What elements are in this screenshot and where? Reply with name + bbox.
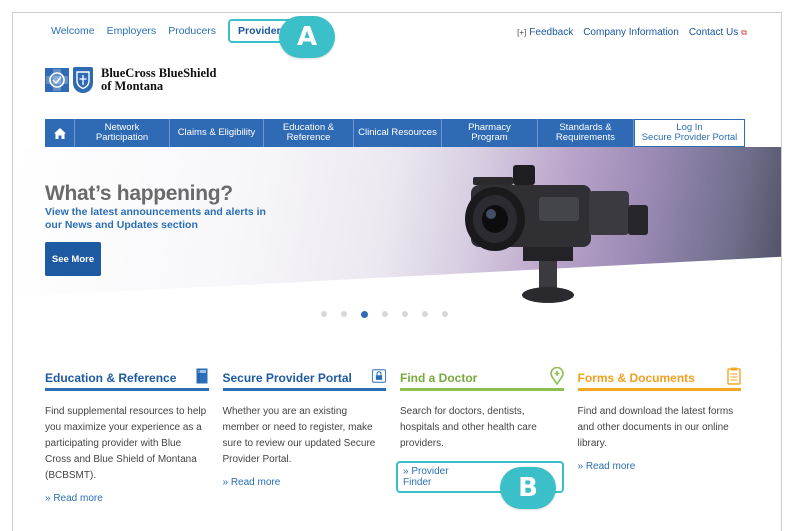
feature-forms-documents: Forms & Documents Find and download the … — [577, 367, 756, 504]
feature-education-reference: Education & Reference Find supplemental … — [45, 367, 223, 504]
feature-description: Find and download the latest forms and o… — [577, 406, 734, 449]
location-pin-icon — [549, 367, 564, 385]
bluecross-icon — [45, 68, 69, 92]
carousel-dot[interactable] — [402, 311, 408, 317]
feature-description: Search for doctors, dentists, hospitals … — [400, 406, 537, 449]
clipboard-icon — [727, 367, 741, 385]
menu-label: Requirements — [555, 132, 616, 143]
home-button[interactable] — [45, 119, 75, 147]
video-camera-image — [465, 165, 648, 303]
see-more-button[interactable]: See More — [45, 242, 101, 276]
menu-claims-eligibility[interactable]: Claims & Eligibility — [170, 119, 264, 147]
feature-secure-provider-portal: Secure Provider Portal Whether you are a… — [222, 367, 401, 504]
menu-label: Claims & Eligibility — [177, 127, 256, 138]
menu-label: Reference — [286, 132, 331, 143]
nav-employers[interactable]: Employers — [107, 25, 157, 49]
hero-title: What’s happening? — [45, 182, 233, 205]
read-more-link[interactable]: » Read more — [223, 477, 281, 488]
menu-pharmacy-program[interactable]: Pharmacy Program — [442, 119, 538, 147]
menu-education-reference[interactable]: Education & Reference — [264, 119, 354, 147]
feature-description: Find supplemental resources to help you … — [45, 406, 207, 481]
carousel-dot[interactable] — [382, 311, 388, 317]
menu-clinical-resources[interactable]: Clinical Resources — [354, 119, 442, 147]
main-menu: Network Participation Claims & Eligibilit… — [45, 119, 745, 147]
external-link-icon: ⧉ — [741, 27, 747, 37]
feature-title[interactable]: Forms & Documents — [578, 371, 695, 385]
contact-us-link[interactable]: Contact Us ⧉ — [689, 27, 747, 38]
carousel-dot[interactable] — [442, 311, 448, 317]
page-frame: Welcome Employers Producers Providers [+… — [12, 12, 782, 531]
feature-header: Education & Reference — [45, 367, 209, 391]
login-secure-portal-button[interactable]: Log In Secure Provider Portal — [634, 119, 745, 147]
menu-standards-requirements[interactable]: Standards & Requirements — [538, 119, 634, 147]
callout-a: A — [279, 16, 335, 58]
audience-nav: Welcome Employers Producers Providers — [51, 19, 309, 49]
menu-label: Clinical Resources — [358, 127, 437, 138]
hero-banner: What’s happening? View the latest announ… — [13, 147, 781, 347]
nav-welcome[interactable]: Welcome — [51, 25, 95, 49]
carousel-dot[interactable] — [321, 311, 327, 317]
carousel-dot-active[interactable] — [361, 311, 368, 318]
contact-us-label: Contact Us — [688, 27, 739, 38]
feedback-icon: [+] — [517, 28, 527, 37]
carousel-dots — [321, 311, 448, 318]
top-navigation: Welcome Employers Producers Providers [+… — [13, 13, 781, 51]
menu-network-participation[interactable]: Network Participation — [75, 119, 170, 147]
feedback-link[interactable]: [+] Feedback — [517, 27, 573, 38]
carousel-dot[interactable] — [341, 311, 347, 317]
feature-title[interactable]: Secure Provider Portal — [223, 371, 352, 385]
carousel-dot[interactable] — [422, 311, 428, 317]
menu-label: Program — [471, 132, 508, 143]
feature-header: Secure Provider Portal — [222, 367, 386, 391]
nav-producers[interactable]: Producers — [168, 25, 216, 49]
feature-columns: Education & Reference Find supplemental … — [45, 367, 756, 504]
login-label: Secure Provider Portal — [641, 132, 738, 143]
site-logo[interactable]: BlueCross BlueShield of Montana — [45, 67, 216, 93]
callout-b: B — [500, 467, 556, 509]
feature-header: Forms & Documents — [577, 367, 741, 391]
book-icon — [195, 367, 209, 385]
read-more-link[interactable]: » Read more — [45, 493, 103, 504]
logo-text: BlueCross BlueShield of Montana — [101, 67, 216, 93]
lock-icon — [372, 367, 386, 385]
feature-description: Whether you are an existing member or ne… — [222, 406, 376, 465]
menu-label: Participation — [95, 132, 149, 143]
feature-title[interactable]: Education & Reference — [45, 371, 176, 385]
blueshield-icon — [73, 67, 93, 93]
feedback-label: Feedback — [529, 27, 574, 38]
hero-subtitle: View the latest announcements and alerts… — [45, 206, 266, 231]
read-more-link[interactable]: » Read more — [578, 461, 636, 472]
company-info-link[interactable]: Company Information — [583, 27, 679, 38]
feature-header: Find a Doctor — [400, 367, 564, 391]
logo-line-2: of Montana — [101, 79, 164, 93]
home-icon — [53, 127, 66, 139]
utility-nav: [+] Feedback Company Information Contact… — [517, 27, 747, 38]
feature-title[interactable]: Find a Doctor — [400, 371, 477, 385]
